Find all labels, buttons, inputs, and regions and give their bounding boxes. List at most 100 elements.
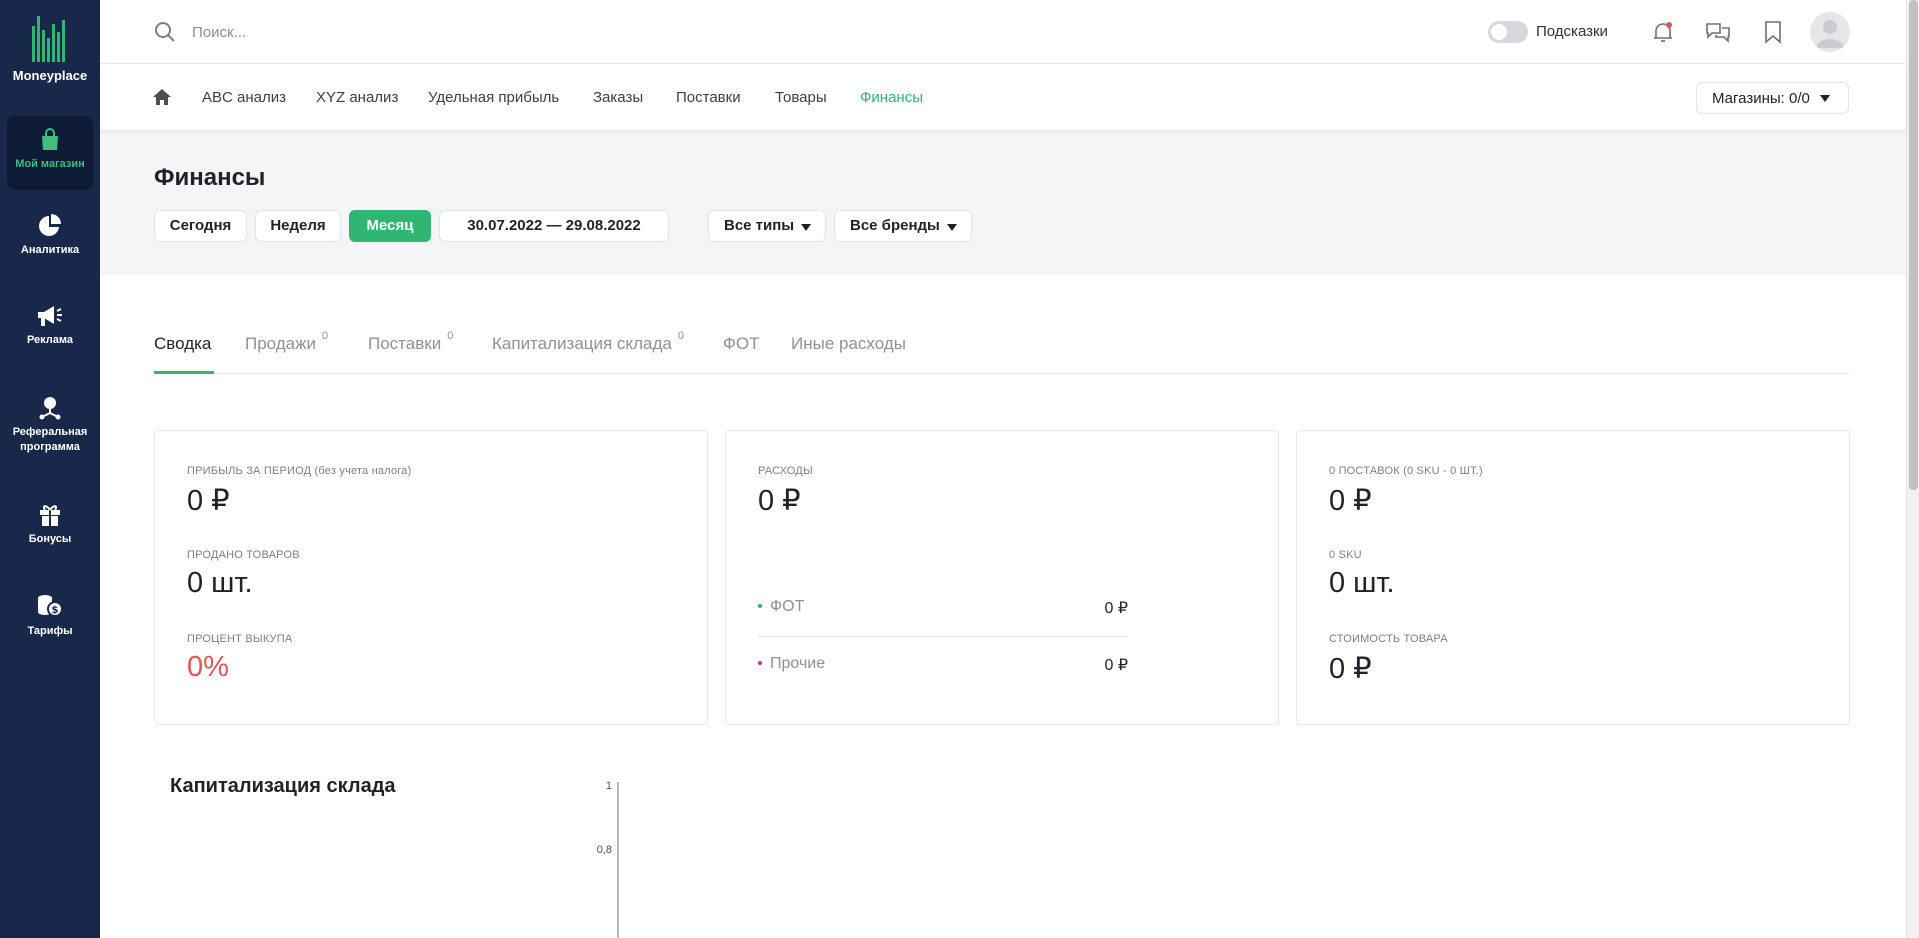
cost-value: 0 ₽ bbox=[1329, 653, 1372, 685]
expense-name: Прочие bbox=[770, 655, 826, 672]
brands-dropdown-label: Все бренды bbox=[850, 217, 940, 234]
bookmark-icon[interactable] bbox=[1763, 20, 1783, 44]
caret-down-icon bbox=[801, 224, 811, 231]
logo[interactable]: Moneyplace bbox=[0, 14, 100, 86]
expenses-label: РАСХОДЫ bbox=[758, 465, 813, 477]
expenses-value: 0 ₽ bbox=[758, 485, 801, 517]
tab-warehouse-capitalization[interactable]: Капитализация склада 0 bbox=[492, 330, 684, 354]
page-title: Финансы bbox=[154, 164, 266, 191]
tab-supplies[interactable]: Поставки 0 bbox=[368, 330, 453, 354]
period-month-button[interactable]: Месяц bbox=[349, 210, 431, 242]
search-input[interactable] bbox=[192, 18, 592, 46]
y-tick-label: 0,8 bbox=[597, 844, 612, 856]
hints-toggle[interactable] bbox=[1488, 21, 1528, 43]
period-week-button[interactable]: Неделя bbox=[255, 210, 341, 242]
sidebar-item-label: Бонусы bbox=[28, 533, 72, 545]
top-nav: ABC анализ XYZ анализ Удельная прибыль З… bbox=[100, 65, 1906, 129]
supplies-card: 0 ПОСТАВОК (0 SKU - 0 ШТ.) 0 ₽ 0 SKU 0 ш… bbox=[1296, 430, 1850, 725]
sidebar: Moneyplace Мой магазин Аналитика Реклама bbox=[0, 0, 100, 938]
coins-icon: $ bbox=[38, 595, 63, 617]
top-header: Подсказки bbox=[100, 0, 1906, 64]
date-range-picker[interactable]: 30.07.2022 — 29.08.2022 bbox=[439, 210, 669, 242]
types-dropdown-label: Все типы bbox=[724, 217, 795, 234]
bell-icon[interactable] bbox=[1651, 20, 1675, 44]
referral-icon bbox=[39, 397, 61, 420]
expense-name: ФОТ bbox=[770, 598, 805, 615]
tab-count: 0 bbox=[322, 330, 329, 342]
active-tab-indicator bbox=[154, 371, 214, 374]
megaphone-icon bbox=[38, 306, 62, 326]
legend-dot bbox=[758, 603, 762, 608]
page-header: Финансы Сегодня Неделя Месяц 30.07.2022 … bbox=[100, 130, 1906, 275]
expense-amount: 0 ₽ bbox=[1104, 600, 1128, 617]
shopping-bag-icon bbox=[42, 128, 58, 150]
sidebar-item-label: Мой магазин bbox=[15, 158, 85, 170]
tab-payroll[interactable]: ФОТ bbox=[723, 334, 760, 354]
page-scrollbar[interactable] bbox=[1906, 0, 1919, 938]
avatar-icon bbox=[1816, 20, 1844, 48]
brands-dropdown[interactable]: Все бренды bbox=[834, 210, 972, 242]
expenses-card: РАСХОДЫ 0 ₽ ФОТ 0 ₽ Прочие 0 ₽ bbox=[725, 430, 1279, 725]
tab-sales[interactable]: Продажи 0 bbox=[245, 330, 328, 354]
moneyplace-logo-icon bbox=[32, 16, 65, 62]
sidebar-item-analytics[interactable]: Аналитика bbox=[7, 214, 93, 274]
expense-row-other: Прочие 0 ₽ bbox=[758, 655, 1128, 674]
sidebar-item-label: Тарифы bbox=[27, 625, 73, 637]
supplies-value: 0 ₽ bbox=[1329, 485, 1372, 517]
tab-summary[interactable]: Сводка bbox=[154, 334, 211, 354]
types-dropdown[interactable]: Все типы bbox=[708, 210, 826, 242]
avatar[interactable] bbox=[1810, 12, 1850, 52]
tab-count: 0 bbox=[677, 330, 684, 342]
tab-count: 0 bbox=[447, 330, 454, 342]
tab-other-expenses[interactable]: Иные расходы bbox=[791, 334, 906, 354]
nav-link-products[interactable]: Товары bbox=[775, 89, 827, 106]
profit-value: 0 ₽ bbox=[187, 485, 230, 517]
sidebar-item-referral[interactable]: Реферальная программа bbox=[7, 394, 93, 474]
nav-link-orders[interactable]: Заказы bbox=[593, 89, 643, 106]
nav-link-supplies[interactable]: Поставки bbox=[676, 89, 741, 106]
sold-label: ПРОДАНО ТОВАРОВ bbox=[187, 549, 300, 561]
pie-chart-icon bbox=[39, 214, 61, 236]
nav-link-xyz[interactable]: XYZ анализ bbox=[316, 89, 398, 106]
tab-label: ФОТ bbox=[723, 334, 760, 353]
sidebar-item-tariffs[interactable]: $ Тарифы bbox=[7, 593, 93, 653]
nav-link-unit-profit[interactable]: Удельная прибыль bbox=[428, 89, 559, 106]
sidebar-item-label: Аналитика bbox=[20, 244, 80, 256]
y-tick-label: 1 bbox=[606, 780, 612, 792]
sidebar-item-ads[interactable]: Реклама bbox=[7, 304, 93, 364]
caret-down-icon bbox=[947, 224, 957, 231]
tab-label: Продажи bbox=[245, 334, 316, 353]
expense-row-payroll: ФОТ 0 ₽ bbox=[758, 598, 1128, 617]
nav-link-abc[interactable]: ABC анализ bbox=[202, 89, 286, 106]
caret-down-icon bbox=[1820, 95, 1830, 102]
capitalization-chart: 10,80,5 bbox=[597, 780, 619, 938]
svg-text:$: $ bbox=[52, 605, 59, 616]
cost-label: СТОИМОСТЬ ТОВАРА bbox=[1329, 633, 1448, 645]
app-name: Moneyplace bbox=[12, 68, 88, 83]
profit-label: ПРИБЫЛЬ ЗА ПЕРИОД (без учета налога) bbox=[187, 465, 412, 477]
tab-label: Сводка bbox=[154, 334, 212, 353]
divider bbox=[758, 636, 1128, 637]
period-today-button[interactable]: Сегодня bbox=[154, 210, 247, 242]
home-icon[interactable] bbox=[152, 88, 172, 106]
profit-card: ПРИБЫЛЬ ЗА ПЕРИОД (без учета налога) 0 ₽… bbox=[154, 430, 708, 725]
sidebar-item-label: Реклама bbox=[26, 334, 74, 346]
sidebar-item-label: Реферальная программа bbox=[12, 426, 88, 453]
expense-amount: 0 ₽ bbox=[1104, 657, 1128, 674]
buyout-label: ПРОЦЕНТ ВЫКУПА bbox=[187, 633, 293, 645]
search-icon[interactable] bbox=[154, 21, 176, 43]
chat-icon[interactable] bbox=[1705, 20, 1731, 44]
scrollbar-thumb[interactable] bbox=[1909, 0, 1918, 490]
stores-dropdown[interactable]: Магазины: 0/0 bbox=[1696, 82, 1849, 114]
tab-label: Иные расходы bbox=[791, 334, 906, 353]
gift-icon bbox=[40, 505, 60, 526]
stores-label: Магазины: 0/0 bbox=[1712, 90, 1810, 107]
finance-tabs: Сводка Продажи 0 Поставки 0 Капитализация … bbox=[154, 328, 1850, 374]
nav-link-finance[interactable]: Финансы bbox=[860, 89, 923, 106]
sidebar-item-bonuses[interactable]: Бонусы bbox=[7, 503, 93, 563]
sku-label: 0 SKU bbox=[1329, 549, 1362, 561]
supplies-label: 0 ПОСТАВОК (0 SKU - 0 ШТ.) bbox=[1329, 465, 1483, 477]
tab-label: Капитализация склада bbox=[492, 334, 672, 353]
sidebar-item-my-store[interactable]: Мой магазин bbox=[7, 116, 93, 190]
tab-label: Поставки bbox=[368, 334, 442, 353]
